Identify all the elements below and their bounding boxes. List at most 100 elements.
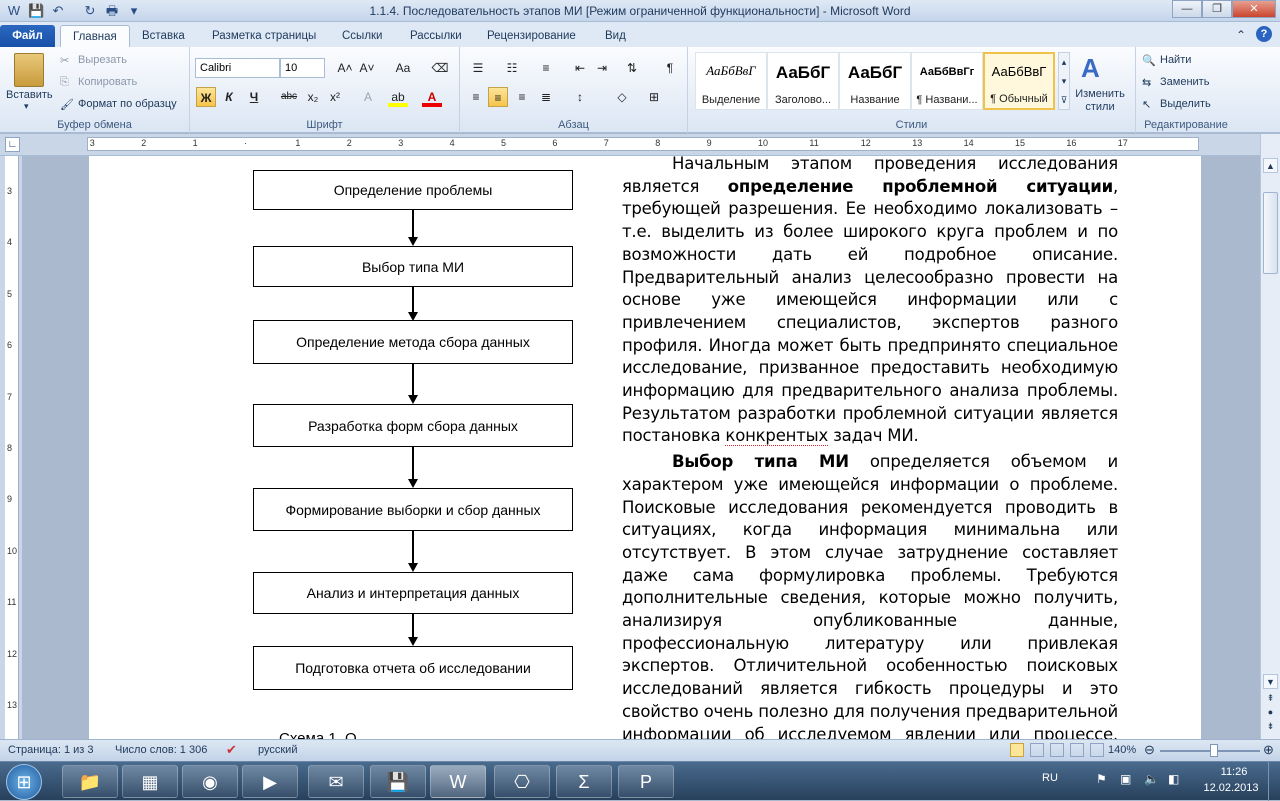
word-app-icon[interactable]: W <box>6 3 22 19</box>
clock-time[interactable]: 11:26 <box>1208 766 1260 778</box>
print-layout-icon[interactable] <box>1010 743 1024 757</box>
save-app-icon[interactable]: 💾 <box>370 765 426 798</box>
tab-page-layout[interactable]: Разметка страницы <box>200 25 328 47</box>
font-size-combo[interactable]: 10 <box>280 58 325 78</box>
decrease-indent-icon[interactable]: ⇤ <box>570 58 590 78</box>
zoom-out-icon[interactable]: ⊖ <box>1144 742 1155 758</box>
outline-icon[interactable] <box>1070 743 1084 757</box>
zoom-in-icon[interactable]: ⊕ <box>1263 742 1274 758</box>
tray-volume-icon[interactable]: 🔈 <box>1144 772 1159 786</box>
tab-view[interactable]: Вид <box>593 25 638 47</box>
cut-button[interactable]: Вырезать <box>78 54 127 66</box>
sort-icon[interactable]: ⇅ <box>622 58 642 78</box>
change-styles-button[interactable]: Изменить стили <box>1074 88 1126 114</box>
language[interactable]: русский <box>258 744 297 756</box>
underline-button[interactable]: Ч <box>244 87 264 107</box>
start-button[interactable]: ⊞ <box>6 764 42 800</box>
text-effects-icon[interactable]: A <box>358 87 378 107</box>
tab-references[interactable]: Ссылки <box>330 25 395 47</box>
font-name-combo[interactable]: Calibri <box>195 58 280 78</box>
superscript-button[interactable]: x² <box>325 87 345 107</box>
find-button[interactable]: Найти <box>1160 54 1191 66</box>
strikethrough-button[interactable]: abc <box>277 87 301 107</box>
copy-button[interactable]: Копировать <box>78 76 137 88</box>
draft-icon[interactable] <box>1090 743 1104 757</box>
word-count[interactable]: Число слов: 1 306 <box>115 744 207 756</box>
paste-button[interactable]: Вставить <box>6 89 53 101</box>
line-spacing-icon[interactable]: ↕ <box>570 87 590 107</box>
outlook-icon[interactable]: ✉ <box>308 765 364 798</box>
change-case-button[interactable]: Aa <box>390 58 416 78</box>
tray-app-icon[interactable]: ◧ <box>1168 772 1179 786</box>
document-page[interactable]: Определение проблемы Выбор типа МИ Опред… <box>89 156 1201 739</box>
style-title[interactable]: АаБбГ Название <box>839 52 911 110</box>
paste-icon[interactable] <box>14 53 44 87</box>
clock-date[interactable]: 12.02.2013 <box>1198 782 1264 794</box>
help-icon[interactable]: ? <box>1256 26 1272 42</box>
media-player-icon[interactable]: ▶ <box>242 765 298 798</box>
tray-network-icon[interactable]: ▣ <box>1120 772 1131 786</box>
redo-icon[interactable]: ↻ <box>82 3 98 19</box>
italic-button[interactable]: К <box>219 87 239 107</box>
tab-review[interactable]: Рецензирование <box>475 25 588 47</box>
show-formatting-icon[interactable]: ¶ <box>660 58 680 78</box>
grow-font-button[interactable]: A˄ <box>335 58 355 78</box>
bold-button[interactable]: Ж <box>196 87 216 107</box>
format-painter-button[interactable]: Формат по образцу <box>78 98 177 110</box>
align-right-icon[interactable]: ≡ <box>512 87 532 107</box>
math-app-icon[interactable]: Σ <box>556 765 612 798</box>
tab-insert[interactable]: Вставка <box>130 25 197 47</box>
shrink-font-button[interactable]: A˅ <box>357 58 377 78</box>
explorer-icon[interactable]: 📁 <box>62 765 118 798</box>
tab-mailings[interactable]: Рассылки <box>398 25 474 47</box>
powerpoint-icon[interactable]: P <box>618 765 674 798</box>
browse-object-icon[interactable]: ● <box>1263 706 1278 719</box>
font-color-button[interactable]: A <box>422 87 442 107</box>
save-icon[interactable]: 💾 <box>28 3 44 19</box>
highlight-icon[interactable]: ab <box>388 87 408 107</box>
paste-dropdown-icon[interactable]: ▾ <box>24 101 29 112</box>
borders-icon[interactable]: ⊞ <box>644 87 664 107</box>
tray-flag-icon[interactable]: ⚑ <box>1096 772 1107 786</box>
select-button[interactable]: Выделить <box>1160 98 1211 110</box>
calculator-icon[interactable]: ▦ <box>122 765 178 798</box>
style-caption[interactable]: АаБбВвГг ¶ Названи... <box>911 52 983 110</box>
numbering-icon[interactable]: ☷ <box>502 58 522 78</box>
page-count[interactable]: Страница: 1 из 3 <box>8 744 94 756</box>
print-icon[interactable]: 🖶 <box>104 3 120 19</box>
style-emphasis[interactable]: АаБбВвГ Выделение <box>695 52 767 110</box>
styles-scroll-icon[interactable]: ▴ ▾ ⊽ <box>1058 52 1070 110</box>
clear-formatting-icon[interactable]: ⌫ <box>430 58 450 78</box>
vertical-ruler-scale[interactable]: 3 4 5 6 7 8 9 10 11 12 13 <box>5 156 19 739</box>
increase-indent-icon[interactable]: ⇥ <box>592 58 612 78</box>
scroll-down-icon[interactable]: ▼ <box>1263 674 1278 689</box>
minimize-ribbon-icon[interactable]: ⌃ <box>1236 28 1246 42</box>
restore-button[interactable]: ❐ <box>1202 0 1232 18</box>
change-styles-icon[interactable]: A <box>1081 53 1100 84</box>
input-language[interactable]: RU <box>1042 772 1058 784</box>
close-button[interactable]: ✕ <box>1232 0 1276 18</box>
scroll-up-icon[interactable]: ▲ <box>1263 158 1278 173</box>
replace-button[interactable]: Заменить <box>1160 76 1209 88</box>
zoom-level[interactable]: 140% <box>1108 744 1136 756</box>
chrome-icon[interactable]: ◉ <box>182 765 238 798</box>
multilevel-list-icon[interactable]: ≡ <box>536 58 556 78</box>
tab-home[interactable]: Главная <box>60 25 130 47</box>
vertical-scrollbar[interactable]: ▲ ▼ ⇞ ● ⇟ <box>1260 134 1280 739</box>
proofing-icon[interactable]: ✔ <box>226 742 237 758</box>
acrobat-icon[interactable]: ⎔ <box>494 765 550 798</box>
bullets-icon[interactable]: ☰ <box>468 58 488 78</box>
prev-page-icon[interactable]: ⇞ <box>1263 692 1278 705</box>
style-normal[interactable]: АаБбВвГ ¶ Обычный <box>983 52 1055 110</box>
zoom-slider-thumb[interactable] <box>1210 744 1218 757</box>
style-heading[interactable]: АаБбГ Заголово... <box>767 52 839 110</box>
shading-icon[interactable]: ◇ <box>612 87 632 107</box>
minimize-button[interactable]: — <box>1172 0 1202 18</box>
show-desktop-button[interactable] <box>1268 762 1280 801</box>
next-page-icon[interactable]: ⇟ <box>1263 720 1278 733</box>
tab-selector-icon[interactable]: ∟ <box>5 137 20 152</box>
undo-icon[interactable]: ↶ <box>50 3 66 19</box>
subscript-button[interactable]: x₂ <box>303 87 323 107</box>
align-left-icon[interactable]: ≡ <box>466 87 486 107</box>
customize-toolbar-icon[interactable]: ▾ <box>126 3 142 19</box>
